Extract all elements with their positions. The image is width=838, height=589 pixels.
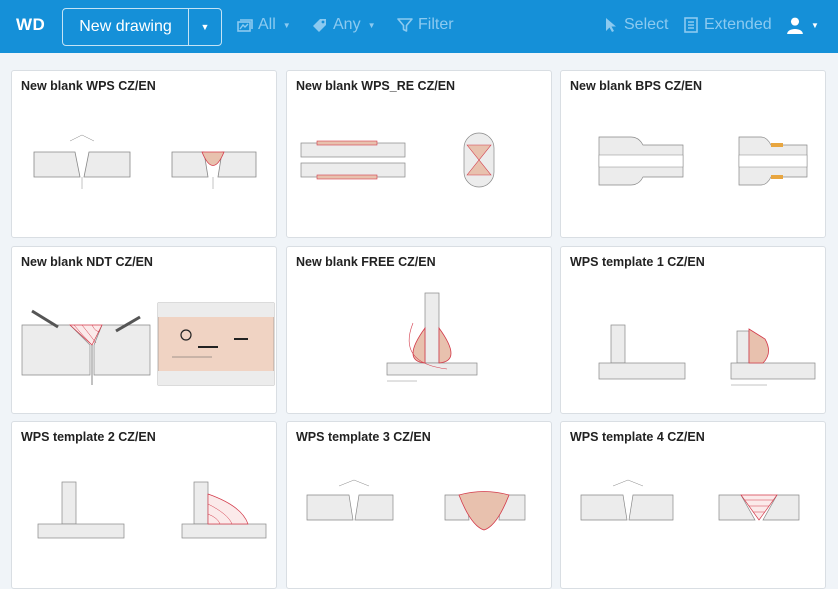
top-navbar: WD New drawing ▼ All ▼ Any ▼ Filter Sele… <box>0 0 838 53</box>
drawing-thumbnail <box>598 324 816 386</box>
drawing-thumbnail <box>598 136 808 186</box>
caret-down-icon: ▼ <box>811 20 819 30</box>
new-drawing-button[interactable]: New drawing <box>63 9 189 45</box>
drawing-card[interactable]: New blank FREE CZ/EN <box>286 246 552 414</box>
drawing-card[interactable]: New blank WPS_RE CZ/EN <box>286 70 552 238</box>
drawing-card-title: WPS template 3 CZ/EN <box>296 430 431 444</box>
drawing-thumbnail <box>300 132 495 188</box>
drawing-card[interactable]: New blank BPS CZ/EN <box>560 70 826 238</box>
caret-down-icon: ▼ <box>200 22 210 32</box>
drawing-card[interactable]: WPS template 1 CZ/EN <box>560 246 826 414</box>
caret-down-icon: ▼ <box>367 20 376 30</box>
filter-funnel-icon <box>397 18 413 32</box>
drawings-stack-icon <box>237 19 253 32</box>
cursor-arrow-icon <box>606 18 616 32</box>
drawing-card[interactable]: WPS template 4 CZ/EN <box>560 421 826 589</box>
drawing-card-title: WPS template 4 CZ/EN <box>570 430 705 444</box>
extended-label: Extended <box>704 16 772 33</box>
extended-view-button[interactable]: Extended <box>683 16 772 34</box>
any-tag-label: Any <box>333 16 361 33</box>
drawing-card[interactable]: New blank NDT CZ/EN <box>11 246 277 414</box>
drawing-card-title: New blank BPS CZ/EN <box>570 79 702 93</box>
filter-button[interactable]: Filter <box>397 16 454 34</box>
drawings-grid: New blank WPS CZ/EN New blank WPS_RE CZ/… <box>0 53 838 589</box>
user-icon <box>787 17 803 34</box>
tag-icon <box>313 19 326 32</box>
document-list-icon <box>684 17 698 33</box>
drawing-card[interactable]: WPS template 3 CZ/EN <box>286 421 552 589</box>
caret-down-icon: ▼ <box>282 20 291 30</box>
filter-label: Filter <box>418 16 454 33</box>
drawing-card-title: WPS template 2 CZ/EN <box>21 430 156 444</box>
new-drawing-dropdown-toggle[interactable]: ▼ <box>189 9 221 45</box>
drawing-thumbnail <box>386 292 478 382</box>
app-logo[interactable]: WD <box>16 15 45 35</box>
drawing-card-title: New blank NDT CZ/EN <box>21 255 153 269</box>
any-tag-dropdown[interactable]: Any ▼ <box>312 16 376 34</box>
drawing-card-title: New blank WPS CZ/EN <box>21 79 156 93</box>
drawing-card-title: New blank FREE CZ/EN <box>296 255 436 269</box>
user-menu[interactable]: ▼ <box>786 16 819 34</box>
drawing-card[interactable]: WPS template 2 CZ/EN <box>11 421 277 589</box>
all-filter-label: All <box>258 16 276 33</box>
drawing-thumbnail <box>580 479 800 521</box>
drawing-thumbnail <box>306 479 526 531</box>
drawing-thumbnail <box>21 302 275 386</box>
drawing-card-title: WPS template 1 CZ/EN <box>570 255 705 269</box>
drawing-thumbnail <box>33 134 257 189</box>
drawing-thumbnail <box>37 481 267 539</box>
drawing-card[interactable]: New blank WPS CZ/EN <box>11 70 277 238</box>
drawing-card-title: New blank WPS_RE CZ/EN <box>296 79 456 93</box>
select-label: Select <box>624 16 669 33</box>
select-button[interactable]: Select <box>603 16 668 34</box>
new-drawing-button-group: New drawing ▼ <box>62 8 222 46</box>
all-filter-dropdown[interactable]: All ▼ <box>237 16 291 34</box>
